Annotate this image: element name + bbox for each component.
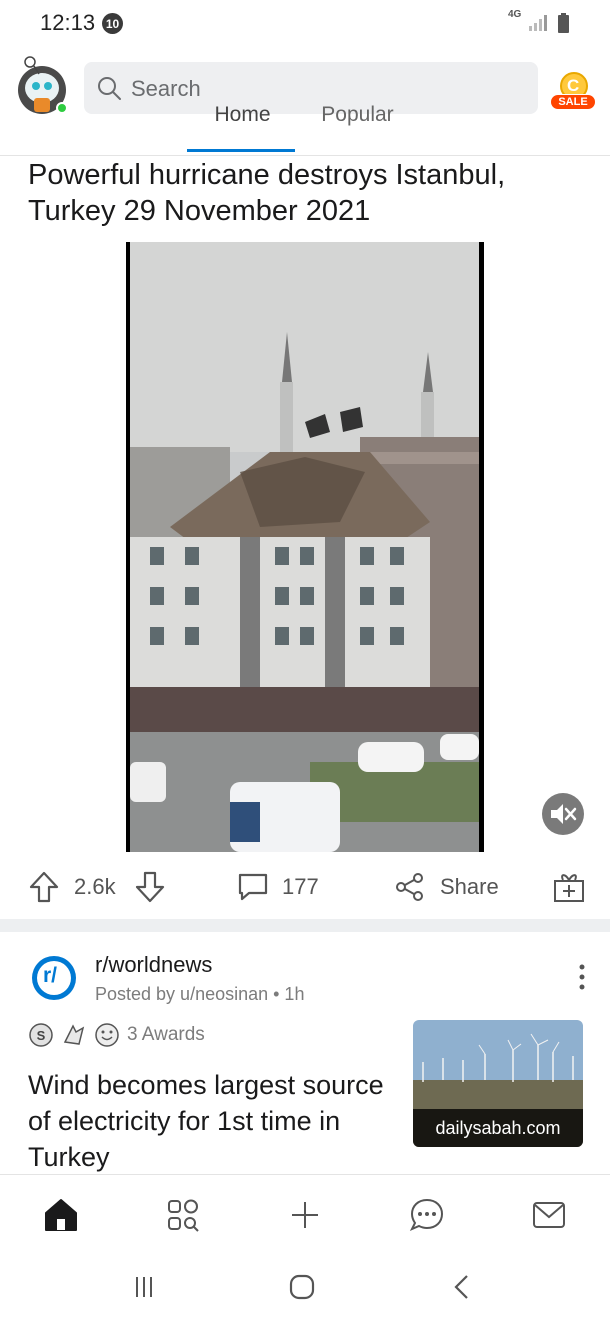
nav-communities-button[interactable] — [163, 1195, 203, 1235]
upvote-arrow-icon — [29, 871, 59, 903]
search-icon — [98, 77, 121, 100]
gift-icon — [554, 874, 584, 902]
system-back-button[interactable] — [442, 1272, 482, 1302]
nav-chat-button[interactable] — [407, 1195, 447, 1235]
video-player[interactable] — [126, 242, 484, 852]
more-options-icon[interactable] — [572, 962, 592, 992]
post-divider — [0, 919, 610, 932]
nav-home-button[interactable] — [41, 1195, 81, 1235]
recent-apps-button[interactable] — [124, 1272, 164, 1302]
nav-create-post-button[interactable] — [285, 1195, 325, 1235]
post-title[interactable]: Wind becomes largest source of electrici… — [28, 1067, 403, 1175]
inbox-icon — [533, 1202, 565, 1228]
subreddit-icon-text: r/ — [43, 964, 58, 987]
bottom-navigation — [0, 1174, 610, 1254]
create-post-icon — [292, 1202, 318, 1228]
vote-count: 2.6k — [74, 874, 116, 899]
status-bar: 12:13 10 4G — [0, 0, 610, 48]
subreddit-name[interactable]: r/worldnews — [95, 952, 212, 978]
tab-home-label: Home — [214, 103, 271, 126]
tab-popular-label: Popular — [321, 103, 394, 126]
tab-popular[interactable]: Popular — [305, 103, 410, 152]
network-type-label: 4G — [508, 9, 522, 20]
comments-button[interactable]: 177 — [236, 862, 319, 912]
upvote-button[interactable] — [28, 862, 60, 912]
post-title[interactable]: Powerful hurricane destroys Istanbul, Tu… — [28, 157, 588, 229]
share-button[interactable]: Share — [394, 862, 499, 912]
post-action-bar: 2.6k 177 Share — [0, 862, 610, 912]
status-time: 12:13 — [40, 10, 96, 35]
recent-apps-icon — [136, 1277, 152, 1297]
system-home-icon — [289, 1274, 315, 1300]
system-navigation-bar — [0, 1254, 610, 1322]
battery-icon — [558, 13, 569, 33]
muted-speaker-icon — [551, 804, 577, 824]
helpful-award-icon — [63, 1024, 85, 1045]
coins-sale-button[interactable]: C SALE — [550, 70, 598, 114]
back-chevron-icon — [454, 1275, 468, 1299]
feed-tabs: Home Popular — [0, 103, 610, 155]
search-placeholder: Search — [131, 76, 201, 101]
silver-award-icon: S — [29, 1023, 53, 1047]
active-tab-indicator — [187, 149, 295, 152]
awards-count-label: 3 Awards — [127, 1024, 205, 1045]
tab-home[interactable]: Home — [190, 103, 295, 152]
system-home-button[interactable] — [282, 1272, 322, 1302]
link-thumbnail[interactable]: dailysabah.com — [413, 1020, 583, 1147]
chat-icon — [409, 1198, 444, 1231]
mute-toggle-button[interactable] — [542, 793, 584, 835]
signal-strength-icon — [529, 15, 547, 31]
svg-text:S: S — [37, 1028, 46, 1043]
share-label: Share — [440, 874, 499, 899]
share-icon — [396, 873, 423, 901]
post-author-time: Posted by u/neosinan • 1h — [95, 984, 305, 1004]
downvote-arrow-icon — [135, 871, 165, 903]
wholesome-award-icon — [95, 1023, 119, 1047]
downvote-button[interactable] — [134, 862, 166, 912]
video-frame-image — [130, 242, 479, 852]
give-award-button[interactable] — [552, 862, 586, 912]
comment-bubble-icon — [238, 873, 268, 901]
awards-row[interactable]: S 3 Awards — [28, 1021, 205, 1049]
nav-inbox-button[interactable] — [529, 1195, 569, 1235]
app-header: Search C SALE Home Popular — [0, 48, 610, 156]
sale-badge: SALE — [550, 94, 596, 110]
coin-letter: C — [567, 76, 580, 95]
link-domain: dailysabah.com — [413, 1109, 583, 1147]
search-input[interactable]: Search — [84, 62, 538, 114]
notification-count-badge: 10 — [102, 13, 123, 34]
communities-icon — [168, 1199, 199, 1232]
home-icon — [45, 1199, 77, 1231]
comment-count: 177 — [282, 874, 319, 899]
